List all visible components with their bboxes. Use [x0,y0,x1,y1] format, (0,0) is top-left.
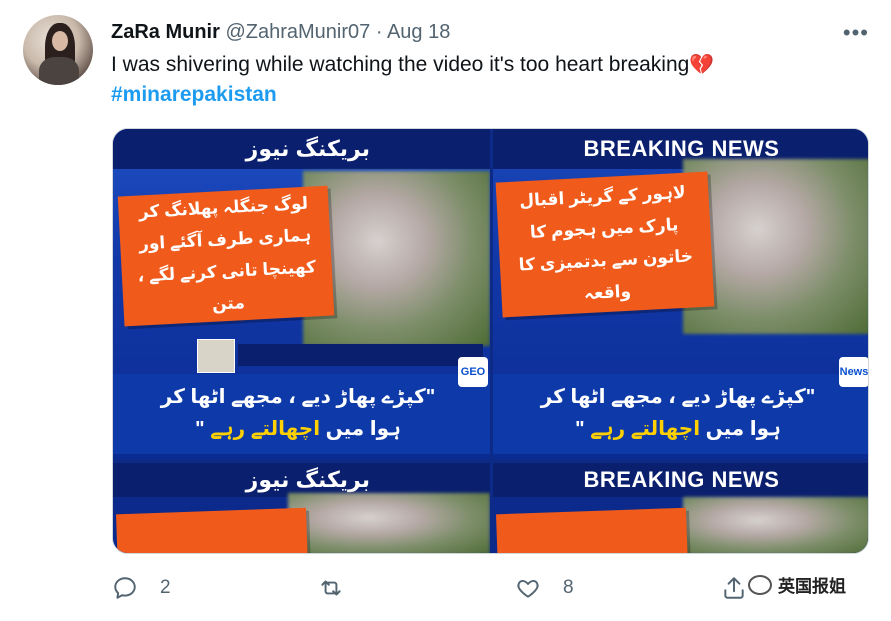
panel-1-orange-caption: لوگ جنگلہ پھلانگ کر ہماری طرف آگئے اور ک… [117,185,335,327]
share-icon [724,577,744,599]
panel-3-banner: بریکنگ نیوز [113,463,490,497]
tweet-body: I was shivering while watching the video… [111,53,690,76]
news-panel-3: بریکنگ نیوز [113,463,490,553]
panel-1-quote-line-1: "کپڑے پھاڑ دیے ، مجھے اٹھا کر [160,386,436,408]
author-name[interactable]: ZaRa Munir [111,21,220,43]
reply-icon [114,577,136,599]
panel-3-photo [288,493,490,553]
panel-4-banner-text: BREAKING NEWS [583,467,780,492]
panel-4-photo [683,497,868,553]
tweet-text: I was shivering while watching the video… [111,51,714,79]
reporter-bar [238,344,483,366]
panel-1-banner: بریکنگ نیوز [113,129,490,169]
watermark-text: 英国报姐 [778,577,846,596]
panel-3-banner-text: بریکنگ نیوز [245,467,370,492]
wechat-icon [748,574,772,595]
panel-2-channel-logo: News [839,357,868,387]
avatar-clothing [39,57,79,85]
reply-button[interactable]: 2 [112,572,171,604]
share-button[interactable] [721,572,747,604]
like-count: 8 [563,577,574,598]
news-panel-2: BREAKING NEWS لاہور کے گریٹر اقبال پارک … [493,129,868,459]
tweet-date[interactable]: Aug 18 [387,21,450,43]
panel-1-channel-logo: GEO [458,357,488,387]
retweet-icon [321,580,341,596]
panel-2-quote-line-1: "کپڑے پھاڑ دیے ، مجھے اٹھا کر [540,386,816,408]
author-handle[interactable]: @ZahraMunir07 [225,21,370,43]
hashtag-link[interactable]: #minarepakistan [111,81,277,109]
panel-1-banner-text: بریکنگ نیوز [245,136,370,161]
watermark: 英国报姐 [748,572,846,597]
panel-4-banner: BREAKING NEWS [493,463,868,497]
panel-2-quote: "کپڑے پھاڑ دیے ، مجھے اٹھا کر ہوا میں اچ… [513,381,843,445]
news-panel-1: بریکنگ نیوز لوگ جنگلہ پھلانگ کر ہماری طر… [113,129,490,459]
panel-4-orange-caption [496,507,688,553]
reply-count: 2 [160,577,171,598]
author-avatar[interactable] [23,15,93,85]
retweet-button[interactable] [318,572,366,604]
panel-2-orange-caption: لاہور کے گریٹر اقبال پارک میں ہجوم کا خا… [495,171,715,318]
panel-3-orange-caption [116,507,308,553]
tweet-header: ZaRa Munir @ZahraMunir07 · Aug 18 [111,19,450,45]
panel-1-quote-highlight: اچھالتے رہے [210,418,321,440]
panel-2-quote-highlight: اچھالتے رہے [590,418,701,440]
like-button[interactable]: 8 [515,572,574,604]
more-options-icon[interactable]: ••• [843,20,869,46]
reporter-thumbnail [197,339,235,373]
panel-2-quote-line-2-text: ہوا میں [705,418,781,440]
header-separator: · [375,21,383,43]
panel-1-quote: "کپڑے پھاڑ دیے ، مجھے اٹھا کر ہوا میں اچ… [133,381,463,445]
panel-2-quote-line-2: ہوا میں اچھالتے رہے " [575,418,781,440]
heart-icon [517,579,539,598]
panel-1-quote-line-2-text: ہوا میں [325,418,401,440]
broken-heart-emoji: 💔 [689,54,715,76]
panel-1-quote-line-2: ہوا میں اچھالتے رہے " [195,418,401,440]
avatar-face [52,31,68,51]
tweet-media[interactable]: بریکنگ نیوز لوگ جنگلہ پھلانگ کر ہماری طر… [112,128,869,554]
news-panel-4: BREAKING NEWS [493,463,868,553]
